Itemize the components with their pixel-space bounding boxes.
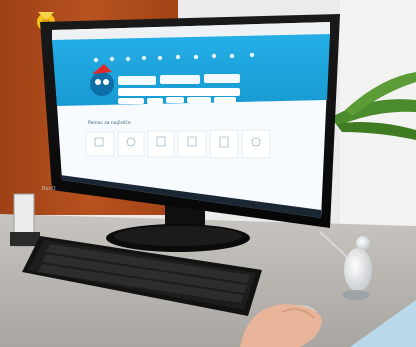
help-cards[interactable] [85, 129, 271, 159]
scene-svg: Pomoc za najčešće BenQ [0, 0, 416, 347]
filter-chips[interactable] [118, 97, 236, 104]
search-input[interactable] [118, 88, 240, 96]
photo-scene: Pomoc za najčešće BenQ [0, 0, 416, 347]
brand-logo: BenQ [42, 186, 56, 192]
section-heading: Pomoc za najčešće [88, 119, 131, 126]
